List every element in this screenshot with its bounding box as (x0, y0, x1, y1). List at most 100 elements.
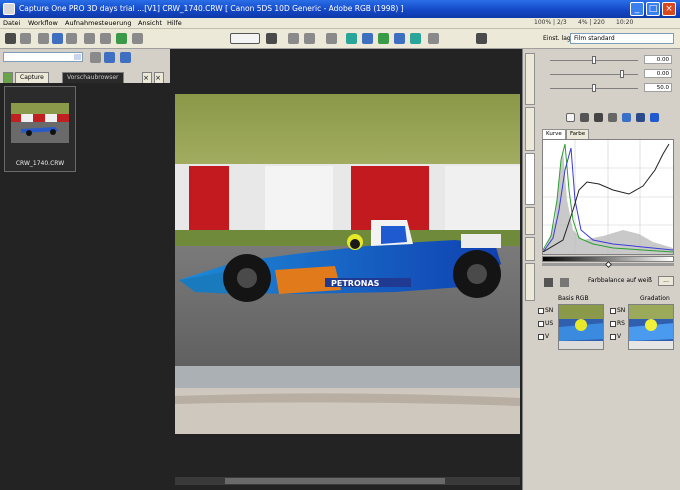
thumbnail-image (11, 103, 69, 143)
rotate-icon[interactable] (266, 33, 277, 44)
zoom-field[interactable] (230, 33, 260, 44)
adjustments-panel: 0.00 0.00 50.0 Kurve Farbe Farbbalance a… (536, 49, 680, 490)
slider-3-value[interactable]: 50.0 (644, 83, 672, 92)
slider-2[interactable]: 0.00 (540, 69, 674, 79)
pan-icon[interactable] (288, 33, 299, 44)
horizontal-scrollbar[interactable] (175, 477, 520, 485)
tab-browser-label: Vorschaubrowser (67, 74, 119, 81)
compare-icon[interactable] (428, 33, 439, 44)
check-right-3[interactable]: V (610, 333, 621, 340)
status-zoom: 100% | 2/3 (534, 19, 567, 26)
curve-toolbar (566, 112, 676, 124)
exposure-icon[interactable] (378, 33, 389, 44)
tab-capture[interactable]: Capture (15, 72, 49, 83)
refresh-icon[interactable] (104, 52, 115, 63)
tab-curve-color[interactable]: Farbe (566, 129, 590, 139)
slider-3[interactable]: 50.0 (540, 83, 674, 93)
folder-dropdown[interactable] (3, 52, 83, 62)
process-icon[interactable] (116, 33, 127, 44)
tab-focus[interactable] (525, 237, 535, 261)
fullscreen-icon[interactable] (476, 33, 487, 44)
slider-2-value[interactable]: 0.00 (644, 69, 672, 78)
preview-after (628, 304, 674, 350)
folder-icon[interactable] (38, 33, 49, 44)
menu-bar: Datei Workflow Aufnahmesteuerung Ansicht… (0, 18, 680, 29)
check-right-1[interactable]: SN (610, 307, 625, 314)
save-icon[interactable] (66, 33, 77, 44)
tab-histogram[interactable] (525, 53, 535, 105)
eyedropper-white-icon[interactable] (560, 278, 569, 287)
add-folder-icon[interactable] (90, 52, 101, 63)
image-viewer[interactable]: PETRONAS (175, 94, 520, 434)
check-left-3[interactable]: V (538, 333, 549, 340)
window-title: Capture One PRO 3D days trial ...[V1] CR… (19, 4, 404, 13)
menu-item-view[interactable]: Ansicht (138, 19, 162, 27)
delete-icon[interactable] (594, 113, 603, 122)
menu-item-file[interactable]: Datei (3, 19, 20, 27)
minimize-button[interactable]: _ (630, 2, 644, 16)
histogram-curve[interactable] (542, 139, 674, 255)
zoom-icon[interactable] (304, 33, 315, 44)
white-balance-icon[interactable] (362, 33, 373, 44)
slider-3-knob[interactable] (592, 84, 596, 92)
slider-1-value[interactable]: 0.00 (644, 55, 672, 64)
preset-select[interactable]: Film standard (570, 33, 674, 44)
grid-icon[interactable] (410, 33, 421, 44)
develop-icon[interactable] (100, 33, 111, 44)
menu-item-workflow[interactable]: Workflow (28, 19, 58, 27)
settings-icon[interactable] (132, 33, 143, 44)
tab-curve[interactable]: Kurve (542, 129, 566, 139)
preset-label: Einst. lag (543, 35, 571, 42)
maximize-button[interactable]: □ (646, 2, 660, 16)
svg-text:PETRONAS: PETRONAS (331, 279, 380, 288)
slider-2-knob[interactable] (620, 70, 624, 78)
close-button[interactable]: × (662, 2, 676, 16)
straighten-icon[interactable] (346, 33, 357, 44)
tab-favorite[interactable] (3, 72, 13, 83)
preview-title-right: Gradation (640, 295, 670, 302)
slider-1-knob[interactable] (592, 56, 596, 64)
open-icon[interactable] (52, 33, 63, 44)
load-icon[interactable] (622, 113, 631, 122)
tab-exposure[interactable] (525, 153, 535, 205)
chevron-down-icon (74, 54, 81, 60)
browser-tabs: Capture Vorschaubrowser × × (0, 71, 170, 83)
menu-item-capture[interactable]: Aufnahmesteuerung (65, 19, 132, 27)
point-icon[interactable] (566, 113, 575, 122)
tab-adjust[interactable] (525, 207, 535, 235)
viewer-panel: PETRONAS (170, 49, 522, 490)
check-right-2[interactable]: RS (610, 320, 625, 327)
thumbnail[interactable]: CRW_1740.CRW (4, 86, 76, 172)
slider-2-track (550, 74, 638, 75)
tab-color[interactable] (525, 107, 535, 151)
reset-icon[interactable] (650, 113, 659, 122)
app-icon (3, 3, 15, 15)
slider-1[interactable]: 0.00 (540, 55, 674, 65)
tab-output[interactable] (525, 263, 535, 301)
preview-title-left: Basis RGB (558, 295, 589, 302)
tool-tabs (522, 49, 536, 490)
tab-browser[interactable]: Vorschaubrowser (62, 72, 124, 83)
curve-icon[interactable] (580, 113, 589, 122)
link-icon[interactable] (608, 113, 617, 122)
crop-icon[interactable] (326, 33, 337, 44)
eyedropper-icon[interactable] (544, 278, 553, 287)
focus-icon[interactable] (394, 33, 405, 44)
check-left-2[interactable]: US (538, 320, 553, 327)
check-left-1[interactable]: SN (538, 307, 553, 314)
tab-close-icon[interactable]: × (142, 72, 152, 83)
status-size: 4% | 220 (578, 19, 605, 26)
title-bar: Capture One PRO 3D days trial ...[V1] CR… (0, 0, 680, 18)
batch-icon[interactable] (84, 33, 95, 44)
tab-close-icon-2[interactable]: × (154, 72, 164, 83)
save-curve-icon[interactable] (636, 113, 645, 122)
toolbar: Einst. lag Film standard (0, 29, 680, 49)
thumbnail-browser: CRW_1740.CRW (0, 83, 170, 490)
camera-icon[interactable] (20, 33, 31, 44)
menu-item-help[interactable]: Hilfe (167, 19, 182, 27)
filter-icon[interactable] (120, 52, 131, 63)
curve-tabs: Kurve Farbe (542, 129, 672, 139)
capture-icon[interactable] (5, 33, 16, 44)
scrollbar-thumb[interactable] (225, 478, 445, 484)
white-balance-button[interactable]: ... (658, 276, 674, 286)
